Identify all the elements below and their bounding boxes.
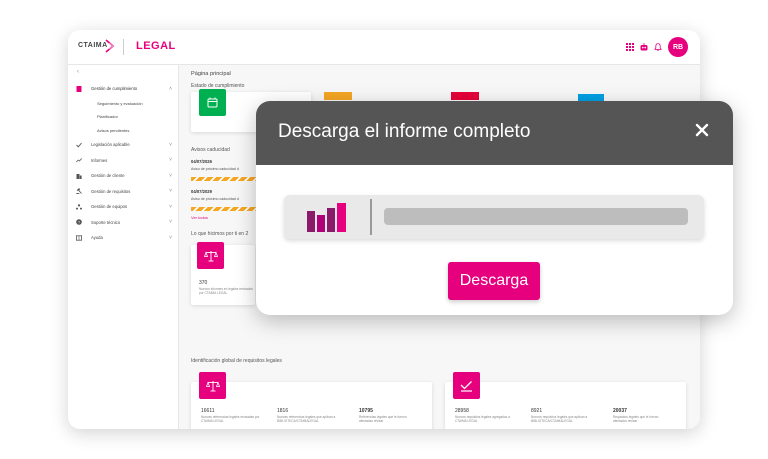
building-icon [76, 173, 82, 179]
stat-caption: Nuevas referencias legales que aplican a… [277, 415, 336, 423]
stat-value: 16611 [201, 408, 215, 414]
modal-title: Descarga el informe completo [278, 121, 531, 142]
global-card-references: 16611 Nuevas referencias legales revisad… [191, 372, 432, 429]
chevron-down-icon: ˅ [169, 203, 172, 210]
sidebar-item-gestion-equipos[interactable]: Gestión de equipos ˅ [68, 199, 178, 215]
sidebar-item-soporte[interactable]: ? Soporte técnico ˅ [68, 215, 178, 231]
checklist-icon [453, 372, 480, 399]
stat-value: 370 [199, 280, 208, 286]
document-icon [76, 85, 82, 92]
sidebar-item-gestion-cumplimiento[interactable]: Gestión de cumplimiento ˄ [68, 81, 178, 97]
page-title: Página principal [191, 71, 231, 77]
progress-bar [384, 208, 688, 225]
top-bar: CTAIMA LEGAL RB [68, 30, 700, 65]
status-marker-red [451, 92, 479, 100]
chevron-down-icon: ˅ [169, 234, 172, 241]
brand-separator [123, 39, 124, 55]
avatar-initials: RB [672, 43, 684, 51]
top-icons: RB [626, 37, 688, 57]
sidebar-item-gestion-cliente[interactable]: Gestión de cliente ˅ [68, 168, 178, 184]
stat-value: 10795 [359, 408, 373, 414]
collapse-toggle[interactable]: ‹ [77, 69, 79, 75]
stat-caption: Nuevos requisitos legales que aplican a … [531, 415, 588, 423]
sidebar-item-label: Soporte técnico [91, 219, 121, 225]
stat-value: 8921 [531, 408, 543, 414]
status-marker-orange [324, 92, 352, 100]
avatar[interactable]: RB [668, 37, 688, 57]
download-button[interactable]: Descarga [448, 262, 540, 300]
expiry-progress-bar [191, 207, 257, 211]
team-icon [76, 204, 82, 210]
grid-icon[interactable] [626, 43, 634, 51]
notice-text: Aviso de próximo caducidad d [191, 167, 239, 171]
sidebar-item-label: Legislación aplicable [91, 142, 130, 148]
sidebar-subitem-seguimiento[interactable]: Seguimiento y evaluación [68, 97, 178, 111]
book-icon [76, 235, 82, 241]
chevron-down-icon: ˅ [169, 141, 172, 148]
sidebar-item-label: Gestión de requisitos [91, 188, 131, 194]
sidebar-item-label: Informes [91, 157, 108, 163]
sidebar-subitem-avisos[interactable]: Avisos pendientes [68, 124, 178, 138]
check-icon [76, 142, 82, 148]
sidebar-item-gestion-requisitos[interactable]: Gestión de requisitos ˅ [68, 184, 178, 200]
stat-value: 1816 [277, 408, 289, 414]
global-title: Identificación global de requisitos lega… [191, 358, 282, 364]
sidebar-item-label: Gestión de equipos [91, 204, 128, 210]
ctaima-logo-icon [105, 39, 115, 53]
stat-caption: Nuevas referencias legales revisadas por… [201, 415, 260, 423]
sidebar-item-informes[interactable]: Informes ˅ [68, 153, 178, 169]
notice-text: Aviso de próximo caducidad d [191, 197, 239, 201]
modal-header: Descarga el informe completo [256, 101, 733, 165]
stat-caption: Referencias legales que le fueron afecta… [359, 415, 407, 423]
sidebar-subitem-planificador[interactable]: Planificador [68, 110, 178, 124]
stat-value: 20037 [613, 408, 627, 414]
stat-caption: Nuevos informes en legales revisados por… [199, 287, 253, 295]
notice-date: 04/07/2029 [191, 189, 212, 194]
help-icon: ? [76, 219, 82, 226]
progress-divider [370, 199, 372, 235]
calendar-icon [199, 89, 226, 116]
sidebar-item-ayuda[interactable]: Ayuda ˅ [68, 230, 178, 246]
scales-icon [199, 372, 226, 399]
robot-icon[interactable] [640, 43, 648, 51]
notices-title: Avisos caducidad [191, 147, 230, 153]
chevron-down-icon: ˅ [169, 188, 172, 195]
stat-value: 28958 [455, 408, 469, 414]
chevron-down-icon: ˅ [169, 219, 172, 226]
stat-card: 370 Nuevos informes en legales revisados… [191, 242, 255, 305]
sidebar-nav: Gestión de cumplimiento ˄ Seguimiento y … [68, 81, 178, 246]
stat-caption: Nuevos requisitos legales agregados a CT… [455, 415, 510, 423]
notice-date: 04/07/2026 [191, 159, 212, 164]
scales-icon [197, 242, 224, 269]
sidebar-item-label: Ayuda [91, 235, 103, 241]
global-card-requirements: 28958 Nuevos requisitos legales agregado… [445, 372, 686, 429]
gavel-icon [76, 188, 82, 195]
bar-chart-icon [307, 203, 346, 232]
bell-icon[interactable] [654, 43, 662, 51]
trend-icon [76, 157, 82, 163]
sidebar: ‹ Gestión de cumplimiento ˄ Seguimiento … [68, 65, 179, 429]
expiry-progress-bar [191, 177, 257, 181]
chevron-down-icon: ˅ [169, 157, 172, 164]
sidebar-item-label: Gestión de cliente [91, 173, 125, 179]
chevron-up-icon: ˄ [169, 85, 172, 92]
stat-caption: Requisitos legales que le fueron afectad… [613, 415, 659, 423]
download-report-modal: Descarga el informe completo Descarga [256, 101, 733, 315]
product-name: LEGAL [136, 40, 176, 52]
see-all-link[interactable]: Ver todos [191, 215, 208, 220]
chevron-down-icon: ˅ [169, 172, 172, 179]
close-icon[interactable] [693, 121, 711, 139]
sidebar-item-label: Gestión de cumplimiento [91, 86, 138, 92]
sidebar-item-legislacion[interactable]: Legislación aplicable ˅ [68, 137, 178, 153]
last-section-title: Lo que hicimos por ti en 2 [191, 231, 249, 237]
download-progress [284, 195, 704, 239]
